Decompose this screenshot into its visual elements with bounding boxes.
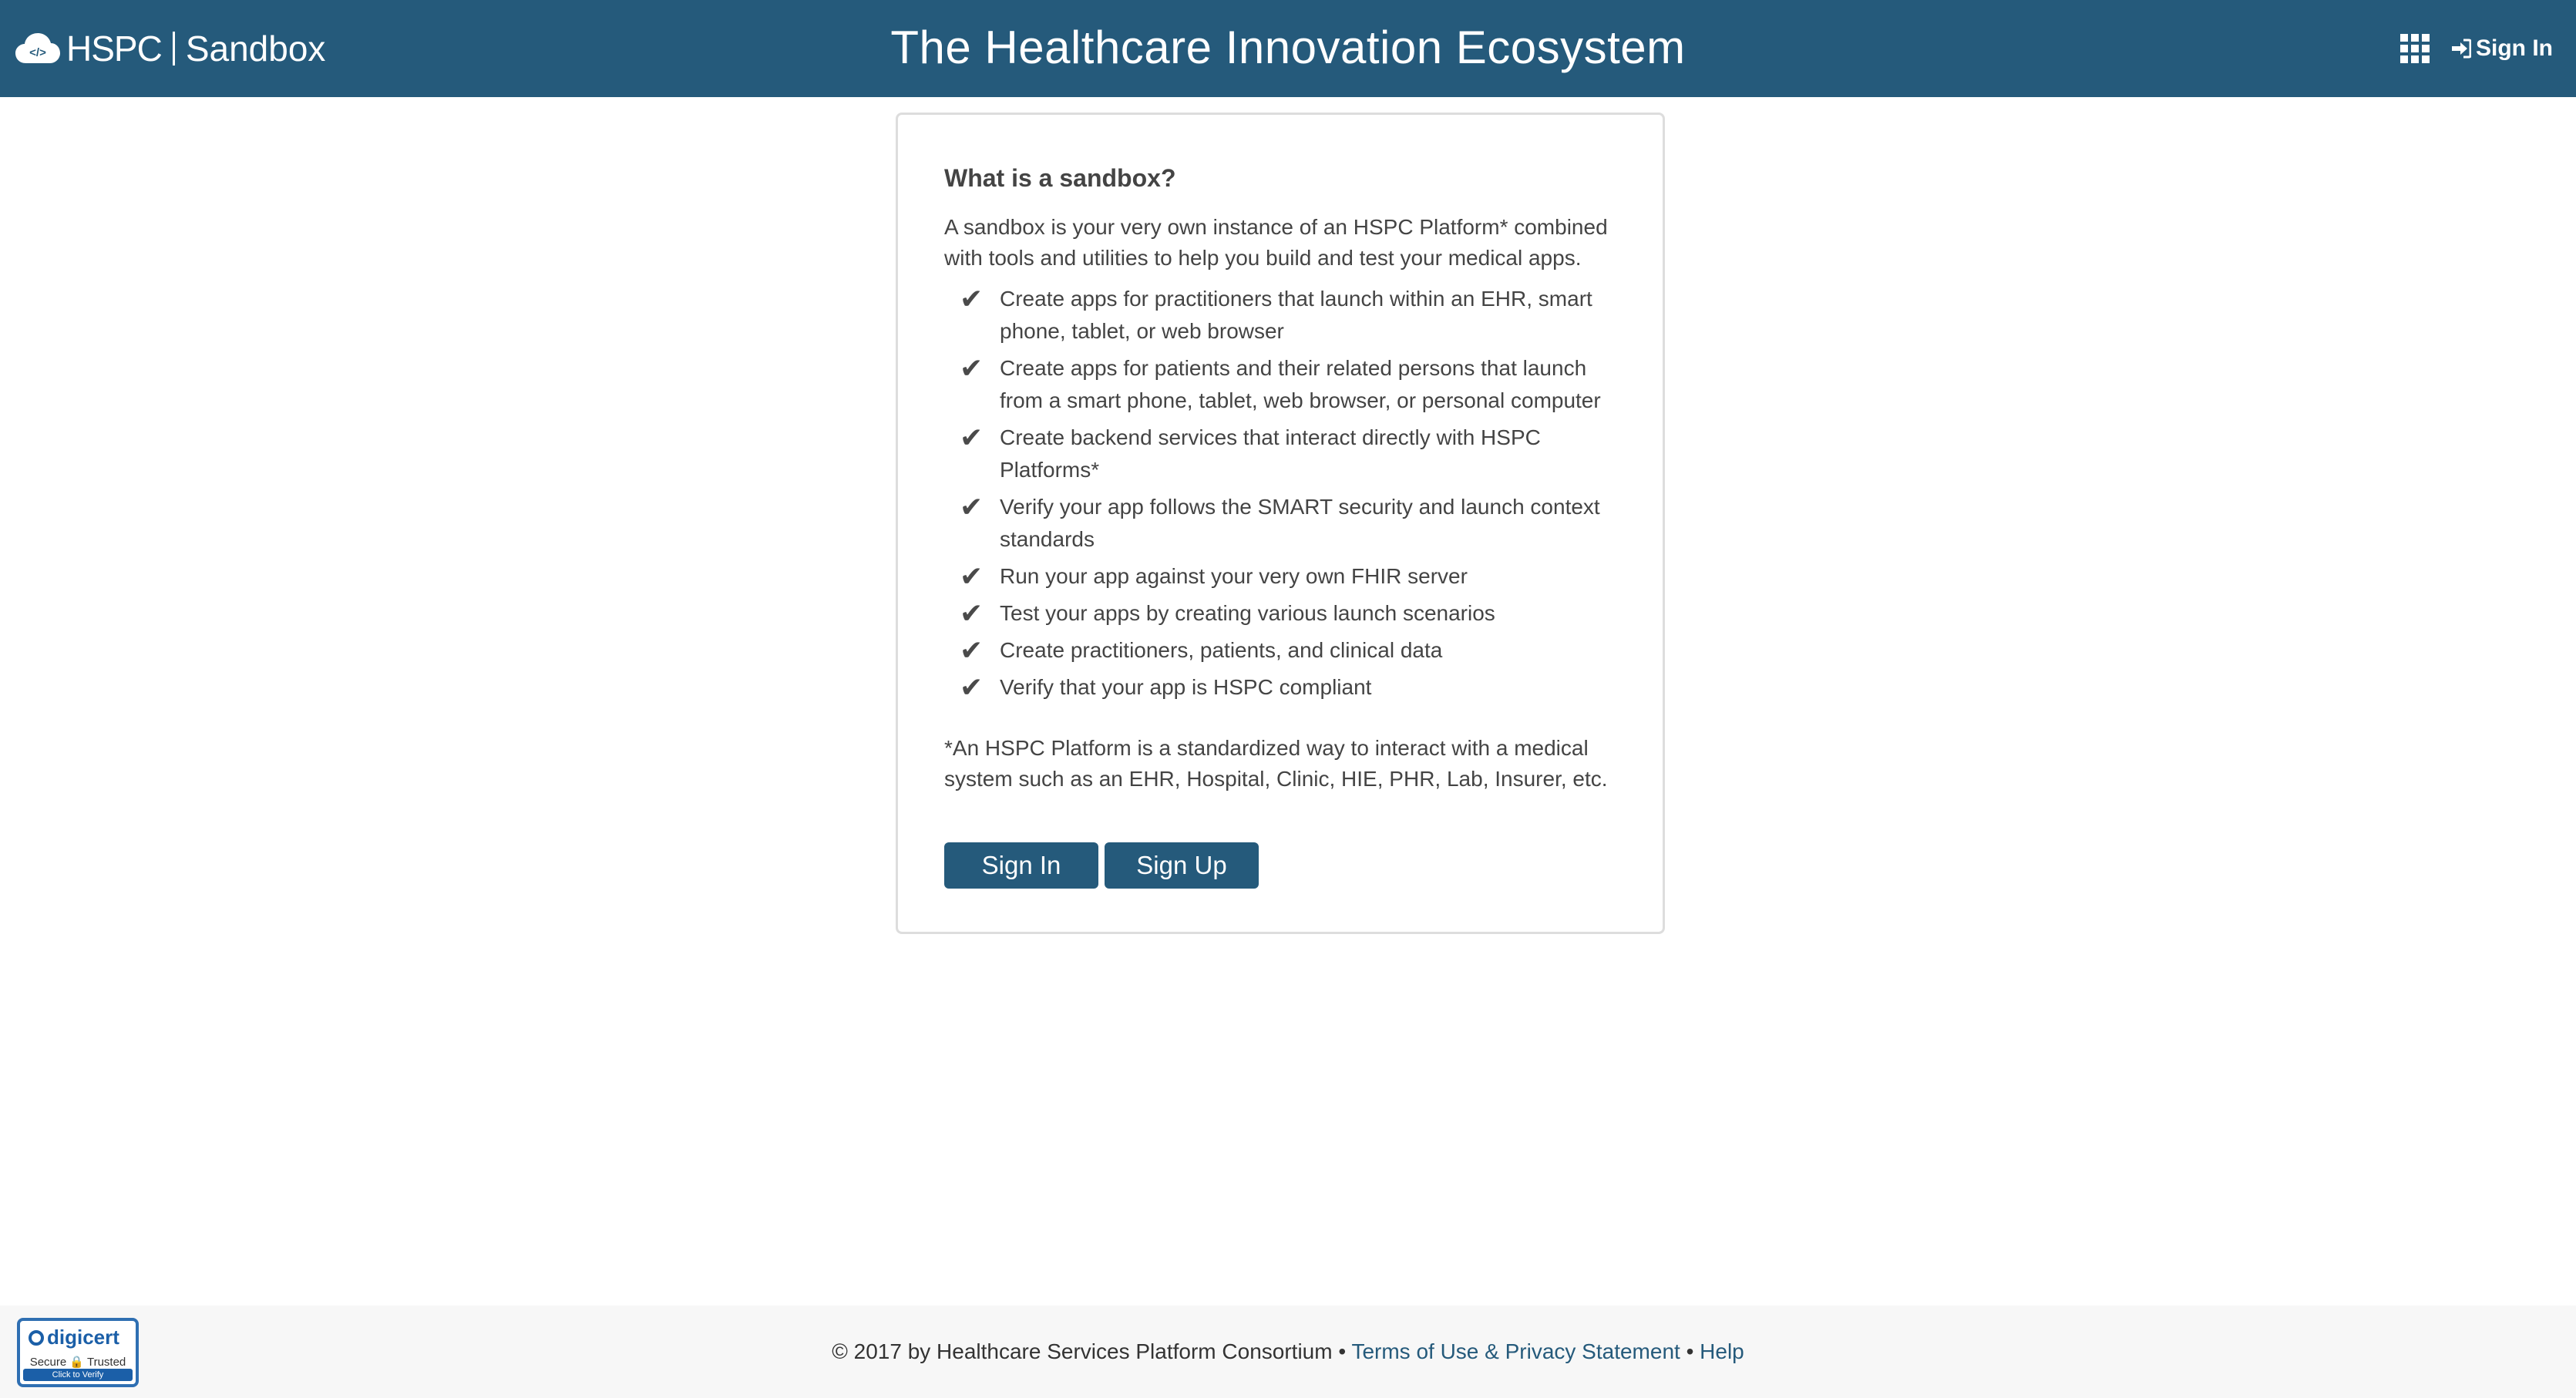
feature-text: Run your app against your very own FHIR … <box>1000 564 1468 588</box>
page-footer: digicert Secure 🔒 Trusted Click to Verif… <box>0 1306 2576 1398</box>
check-icon: ✔ <box>960 352 984 384</box>
digicert-verify: Click to Verify <box>23 1369 133 1381</box>
feature-text: Create backend services that interact di… <box>1000 425 1541 482</box>
sandbox-info-card: What is a sandbox? A sandbox is your ver… <box>896 113 1665 934</box>
check-icon: ✔ <box>960 634 984 666</box>
header-signin-label: Sign In <box>2476 35 2553 61</box>
sign-in-icon <box>2452 39 2471 59</box>
card-intro: A sandbox is your very own instance of a… <box>944 215 1608 270</box>
check-icon: ✔ <box>960 671 984 703</box>
feature-text: Verify that your app is HSPC compliant <box>1000 675 1372 699</box>
feature-text: Verify your app follows the SMART securi… <box>1000 495 1600 551</box>
list-item: ✔ Create apps for practitioners that laun… <box>944 283 1623 348</box>
top-navbar: </> HSPC Sandbox The Healthcare Innovati… <box>0 0 2576 97</box>
check-icon: ✔ <box>960 422 984 453</box>
list-item: ✔ Verify that your app is HSPC compliant <box>944 671 1623 704</box>
card-heading: What is a sandbox? <box>944 164 1176 192</box>
terms-privacy-link[interactable]: Terms of Use & Privacy Statement <box>1351 1339 1680 1363</box>
footer-separator: • <box>1680 1339 1700 1363</box>
signin-button[interactable]: Sign In <box>944 842 1098 889</box>
list-item: ✔ Verify your app follows the SMART secur… <box>944 491 1623 556</box>
list-item: ✔ Create backend services that interact d… <box>944 422 1623 486</box>
footer-text: © 2017 by Healthcare Services Platform C… <box>0 1338 2576 1366</box>
feature-list: ✔ Create apps for practitioners that laun… <box>944 283 1623 708</box>
feature-text: Create apps for practitioners that launc… <box>1000 287 1592 343</box>
signup-button[interactable]: Sign Up <box>1105 842 1259 889</box>
feature-text: Create practitioners, patients, and clin… <box>1000 638 1443 662</box>
help-link[interactable]: Help <box>1700 1339 1744 1363</box>
nav-actions: Sign In <box>2400 31 2553 66</box>
list-item: ✔ Test your apps by creating various laun… <box>944 597 1623 630</box>
list-item: ✔ Create apps for patients and their rela… <box>944 352 1623 417</box>
check-icon: ✔ <box>960 283 984 314</box>
feature-text: Test your apps by creating various launc… <box>1000 601 1495 625</box>
page-title: The Healthcare Innovation Ecosystem <box>890 22 1686 73</box>
copyright-text: © 2017 by Healthcare Services Platform C… <box>832 1339 1333 1363</box>
apps-grid-icon[interactable] <box>2400 34 2430 63</box>
check-icon: ✔ <box>960 491 984 523</box>
header-signin-link[interactable]: Sign In <box>2451 35 2553 62</box>
check-icon: ✔ <box>960 560 984 592</box>
feature-text: Create apps for patients and their relat… <box>1000 356 1601 412</box>
footer-separator: • <box>1332 1339 1352 1363</box>
list-item: ✔ Run your app against your very own FHIR… <box>944 560 1623 593</box>
platform-footnote: *An HSPC Platform is a standardized way … <box>944 736 1608 791</box>
check-icon: ✔ <box>960 597 984 629</box>
list-item: ✔ Create practitioners, patients, and cli… <box>944 634 1623 667</box>
